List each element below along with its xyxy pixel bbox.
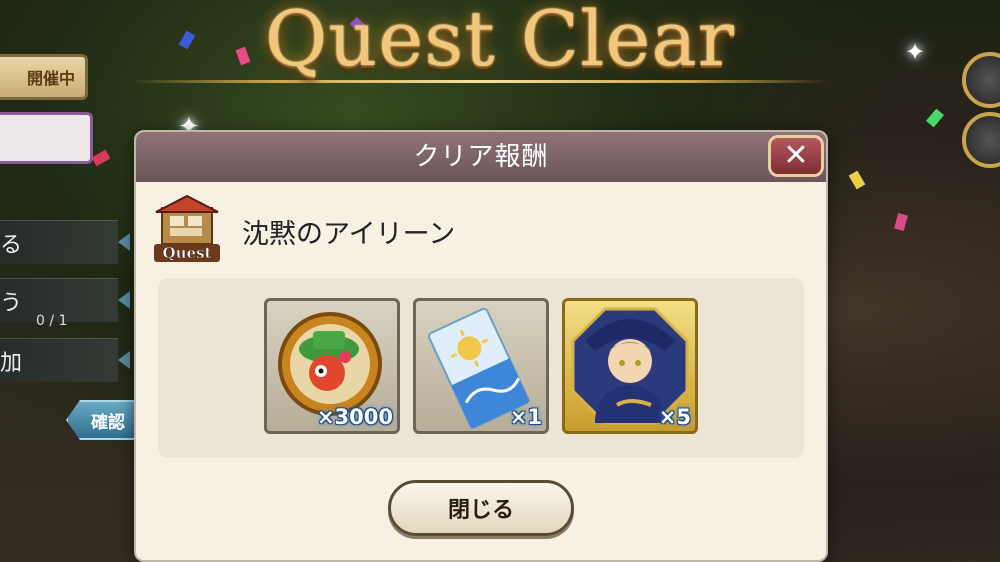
dialog-title: クリア報酬 (413, 142, 549, 172)
arrow-left-icon (118, 291, 130, 309)
close-button[interactable]: ✕ (768, 135, 824, 177)
arrow-left-icon (118, 351, 130, 369)
side-menu-row[interactable]: 加 (0, 338, 118, 382)
clear-reward-dialog: クリア報酬 ✕ Quest 沈黙のアイリーン ×3000 ×1 ×5 閉じる (134, 130, 828, 562)
reward-quantity: ×3000 (316, 405, 393, 429)
quest-shop-icon: Quest (154, 194, 220, 262)
reward-quantity: ×5 (658, 405, 691, 429)
quest-name: 沈黙のアイリーン (242, 219, 456, 250)
reward-quantity: ×1 (509, 405, 542, 429)
arrow-left-icon (118, 233, 130, 251)
side-row-label: う (0, 290, 23, 316)
reward-item-character[interactable]: ×5 (562, 298, 698, 434)
progress-count: 0 / 1 (36, 313, 68, 329)
side-menu-row[interactable]: る (0, 220, 118, 264)
side-menu: 開催中 る う 0 / 1 加 確認 (0, 0, 150, 562)
side-row-label: る (0, 232, 23, 258)
close-dialog-button[interactable]: 閉じる (388, 480, 574, 536)
side-input-box[interactable] (0, 112, 93, 164)
close-icon: ✕ (783, 138, 809, 173)
reward-list: ×3000 ×1 ×5 (158, 278, 804, 458)
quest-badge-label: Quest (163, 244, 212, 262)
reward-item-coin[interactable]: ×3000 (264, 298, 400, 434)
reward-item-ticket[interactable]: ×1 (413, 298, 549, 434)
side-row-label: 加 (0, 350, 23, 376)
status-tag: 開催中 (0, 54, 88, 100)
quest-clear-title: Quest Clear (264, 0, 735, 83)
